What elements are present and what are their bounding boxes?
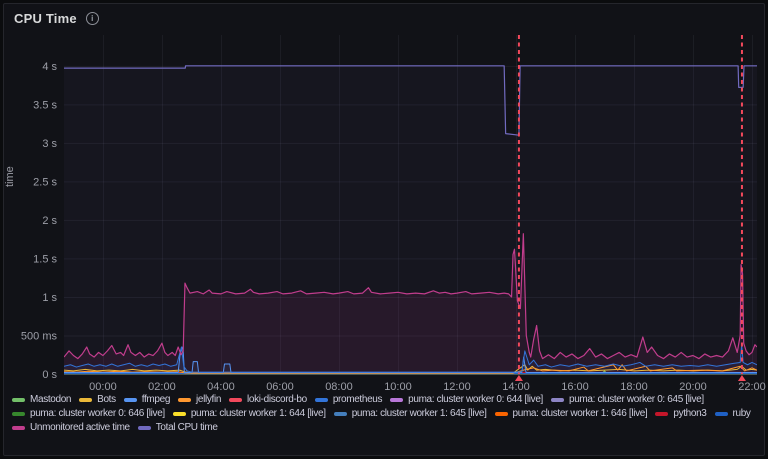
svg-text:2 s: 2 s [42,215,57,227]
legend-label: puma: cluster worker 1: 645 [live] [352,408,487,419]
series-fill [64,66,757,374]
legend-swatch-icon [315,398,328,402]
svg-text:04:00: 04:00 [207,381,235,393]
legend-row: Mastodon Bots ffmpeg jellyfin loki-discord-b… [12,394,757,405]
svg-text:10:00: 10:00 [384,381,412,393]
legend-label: ffmpeg [142,394,170,405]
legend-label: Mastodon [30,394,71,405]
legend-label: puma: cluster worker 0: 646 [live] [30,408,165,419]
cpu-time-chart[interactable]: 0 s 500 ms 1 s 1.5 s 2 s 2.5 s 3 s 3.5 s 4 s 00:0… [0,0,768,459]
legend-swatch-icon [715,412,728,416]
legend-item[interactable]: puma: cluster worker 1: 645 [live] [334,408,487,419]
legend-item[interactable]: puma: cluster worker 1: 646 [live] [495,408,648,419]
legend-item[interactable]: loki-discord-bo [229,394,307,405]
legend-item[interactable]: ruby [715,408,751,419]
svg-text:1.5 s: 1.5 s [33,253,57,265]
legend-swatch-icon [124,398,137,402]
legend-item[interactable]: puma: cluster worker 0: 644 [live] [390,394,543,405]
legend-swatch-icon [551,398,564,402]
svg-text:20:00: 20:00 [679,381,707,393]
legend-label: Total CPU time [156,422,218,433]
legend-label: puma: cluster worker 1: 644 [live] [191,408,326,419]
svg-text:2.5 s: 2.5 s [33,176,57,188]
svg-text:22:00: 22:00 [738,381,766,393]
legend-label: ruby [733,408,751,419]
legend-label: Bots [97,394,116,405]
legend-item[interactable]: puma: cluster worker 0: 646 [live] [12,408,165,419]
svg-text:06:00: 06:00 [266,381,294,393]
legend-item[interactable]: jellyfin [178,394,221,405]
legend-label: puma: cluster worker 0: 645 [live] [569,394,704,405]
legend-item[interactable]: prometheus [315,394,382,405]
svg-text:02:00: 02:00 [148,381,176,393]
legend-row: Unmonitored active time Total CPU time [12,422,757,433]
svg-text:500 ms: 500 ms [21,330,58,342]
legend-swatch-icon [178,398,191,402]
legend: Mastodon Bots ffmpeg jellyfin loki-discord-b… [12,394,757,433]
svg-text:18:00: 18:00 [620,381,648,393]
series-plot [64,66,757,374]
info-icon[interactable]: i [86,12,99,25]
legend-label: jellyfin [196,394,221,405]
svg-text:08:00: 08:00 [325,381,353,393]
legend-item[interactable]: puma: cluster worker 1: 644 [live] [173,408,326,419]
svg-text:12:00: 12:00 [443,381,471,393]
legend-swatch-icon [138,426,151,430]
svg-text:1 s: 1 s [42,292,57,304]
legend-item[interactable]: Total CPU time [138,422,218,433]
svg-text:3.5 s: 3.5 s [33,99,57,111]
legend-item[interactable]: ffmpeg [124,394,170,405]
svg-text:00:00: 00:00 [89,381,117,393]
legend-swatch-icon [334,412,347,416]
panel-title[interactable]: CPU Time [14,11,77,26]
legend-swatch-icon [79,398,92,402]
legend-label: prometheus [333,394,382,405]
legend-swatch-icon [229,398,242,402]
legend-swatch-icon [655,412,668,416]
panel-header: CPU Time i [14,9,99,27]
legend-swatch-icon [390,398,403,402]
svg-text:4 s: 4 s [42,61,57,73]
cpu-time-panel: CPU Time i time 0 s500 ms1 s1.5 s2 s2.5 … [3,3,765,456]
legend-label: python3 [673,408,706,419]
legend-label: Unmonitored active time [30,422,130,433]
legend-label: puma: cluster worker 1: 646 [live] [513,408,648,419]
svg-text:14:00: 14:00 [502,381,530,393]
legend-label: puma: cluster worker 0: 644 [live] [408,394,543,405]
legend-swatch-icon [12,412,25,416]
legend-row: puma: cluster worker 0: 646 [live] puma: … [12,408,757,419]
legend-label: loki-discord-bo [247,394,307,405]
svg-text:0 s: 0 s [42,369,57,381]
legend-item[interactable]: Unmonitored active time [12,422,130,433]
legend-swatch-icon [495,412,508,416]
legend-item[interactable]: python3 [655,408,706,419]
legend-item[interactable]: puma: cluster worker 0: 645 [live] [551,394,704,405]
legend-item[interactable]: Mastodon [12,394,71,405]
legend-swatch-icon [12,426,25,430]
legend-swatch-icon [173,412,186,416]
legend-item[interactable]: Bots [79,394,116,405]
legend-swatch-icon [12,398,25,402]
svg-text:3 s: 3 s [42,138,57,150]
svg-text:16:00: 16:00 [561,381,589,393]
